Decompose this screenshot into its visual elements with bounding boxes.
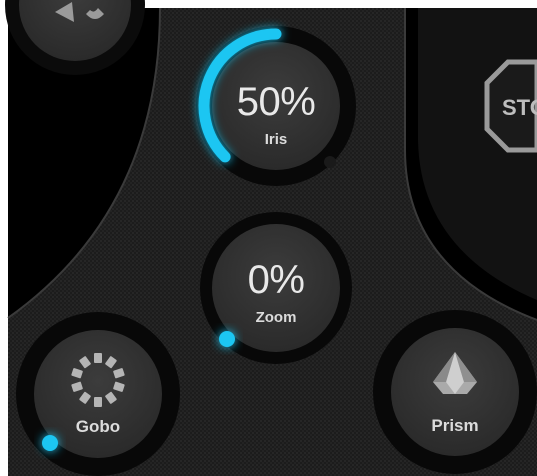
stop-button-label: STOP [502,95,537,120]
iris-value: 50% [236,80,316,124]
iris-label: Iris [264,131,288,148]
gobo-knob[interactable] [16,312,180,476]
gobo-label: Gobo [75,417,121,436]
lighting-control-panel: STOP [0,0,537,476]
gobo-level-indicator [42,435,58,451]
iris-arc-end-marker [324,156,336,168]
prism-label: Prism [431,416,479,435]
stop-button[interactable]: STOP [484,59,537,153]
zoom-value: 0% [247,258,305,302]
zoom-label: Zoom [255,309,297,326]
prism-knob[interactable] [373,310,537,474]
zoom-level-indicator [219,331,235,347]
